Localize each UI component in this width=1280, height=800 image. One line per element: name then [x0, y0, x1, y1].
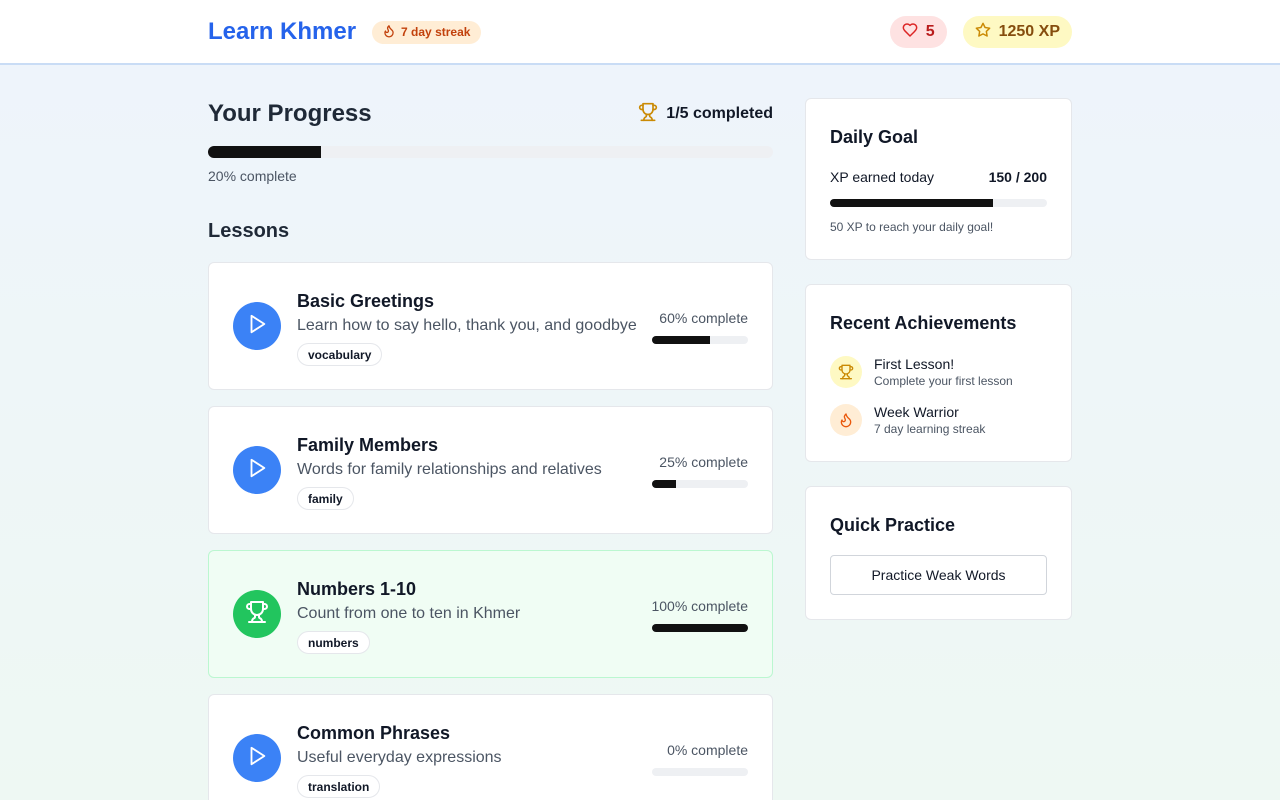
lesson-title: Common Phrases [297, 723, 451, 743]
lesson-progress-fill [652, 480, 676, 488]
achievement-description: Complete your first lesson [874, 374, 1013, 388]
practice-weak-words-button[interactable]: Practice Weak Words [830, 555, 1047, 595]
overall-progress-text: 20% complete [208, 168, 297, 184]
hearts-counter[interactable]: 5 [889, 16, 947, 48]
streak-label: 7 day streak [401, 25, 471, 39]
streak-badge: 7 day streak [372, 20, 482, 44]
lesson-card[interactable]: Common Phrases Useful everyday expressio… [208, 694, 773, 800]
completed-label: 1/5 completed [666, 105, 773, 122]
play-icon [246, 457, 268, 484]
lesson-description: Learn how to say hello, thank you, and g… [297, 317, 637, 334]
lesson-tag: numbers [297, 631, 370, 654]
xp-counter[interactable]: 1250 XP [962, 16, 1072, 48]
lesson-progress-fill [652, 336, 710, 344]
play-button[interactable] [233, 734, 281, 782]
xp-total: 1250 XP [998, 23, 1060, 40]
lesson-card[interactable]: Numbers 1-10 Count from one to ten in Kh… [208, 550, 773, 678]
daily-goal-progress-bar [830, 199, 1047, 207]
lesson-description: Useful everyday expressions [297, 749, 502, 766]
achievement-name: Week Warrior [874, 404, 959, 420]
overall-progress-bar [208, 146, 773, 158]
daily-goal-note: 50 XP to reach your daily goal! [830, 220, 994, 234]
lesson-progress-bar [652, 480, 748, 488]
achievement-description: 7 day learning streak [874, 422, 986, 436]
achievement-item: First Lesson! Complete your first lesson [830, 355, 1013, 389]
play-button[interactable] [233, 446, 281, 494]
trophy-icon [245, 600, 269, 629]
quick-practice-title: Quick Practice [830, 515, 956, 535]
play-icon [246, 313, 268, 340]
progress-header: Your Progress 1/5 completed [208, 96, 773, 132]
lesson-progress-fill [652, 624, 748, 632]
trophy-icon [638, 102, 658, 127]
achievement-text: Week Warrior 7 day learning streak [874, 403, 985, 437]
lesson-percent: 25% complete [659, 454, 748, 470]
daily-goal-progress-fill [830, 199, 993, 207]
play-icon [246, 745, 268, 772]
achievement-text: First Lesson! Complete your first lesson [874, 355, 1013, 389]
heart-icon [902, 22, 918, 43]
lesson-progress-bar [652, 336, 748, 344]
star-icon [975, 22, 991, 43]
quick-practice-card: Quick Practice Practice Weak Words [805, 486, 1072, 620]
daily-goal-label: XP earned today [830, 169, 935, 185]
lesson-title: Numbers 1-10 [297, 579, 417, 599]
app-title[interactable]: Learn Khmer [208, 18, 356, 46]
lesson-tag: translation [297, 775, 381, 798]
achievement-name: First Lesson! [874, 356, 955, 372]
daily-goal-row: XP earned today 150 / 200 [830, 169, 1047, 185]
lesson-description: Words for family relationships and relat… [297, 461, 602, 478]
achievements-card: Recent Achievements First Lesson! Comple… [805, 284, 1072, 462]
lesson-card[interactable]: Family Members Words for family relation… [208, 406, 773, 534]
trophy-button[interactable] [233, 590, 281, 638]
top-header: Learn Khmer 7 day streak 5 1250 XP [0, 0, 1280, 65]
lessons-heading: Lessons [208, 220, 290, 242]
daily-goal-value: 150 / 200 [988, 169, 1047, 185]
achievement-item: Week Warrior 7 day learning streak [830, 403, 985, 437]
play-button[interactable] [233, 302, 281, 350]
progress-title: Your Progress [208, 100, 372, 127]
lesson-progress-bar [652, 768, 748, 776]
lesson-tag: family [297, 487, 354, 510]
lesson-card[interactable]: Basic Greetings Learn how to say hello, … [208, 262, 773, 390]
overall-progress-fill [208, 146, 321, 158]
achievements-title: Recent Achievements [830, 313, 1017, 333]
hearts-count: 5 [925, 23, 935, 40]
lesson-progress-bar [652, 624, 748, 632]
trophy-icon [830, 356, 862, 388]
lesson-title: Family Members [297, 435, 439, 455]
completed-count: 1/5 completed [638, 102, 773, 127]
lesson-title: Basic Greetings [297, 291, 435, 311]
lesson-percent: 60% complete [659, 310, 748, 326]
daily-goal-card: Daily Goal XP earned today 150 / 200 50 … [805, 98, 1072, 260]
lesson-percent: 100% complete [651, 598, 748, 614]
lesson-tag: vocabulary [297, 343, 383, 366]
header-stats: 5 1250 XP [889, 16, 1072, 48]
lesson-percent: 0% complete [667, 742, 748, 758]
flame-icon [382, 24, 396, 41]
flame-icon [830, 404, 862, 436]
lesson-description: Count from one to ten in Khmer [297, 605, 521, 622]
header-inner: Learn Khmer 7 day streak 5 1250 XP [208, 0, 1072, 64]
daily-goal-title: Daily Goal [830, 127, 919, 147]
